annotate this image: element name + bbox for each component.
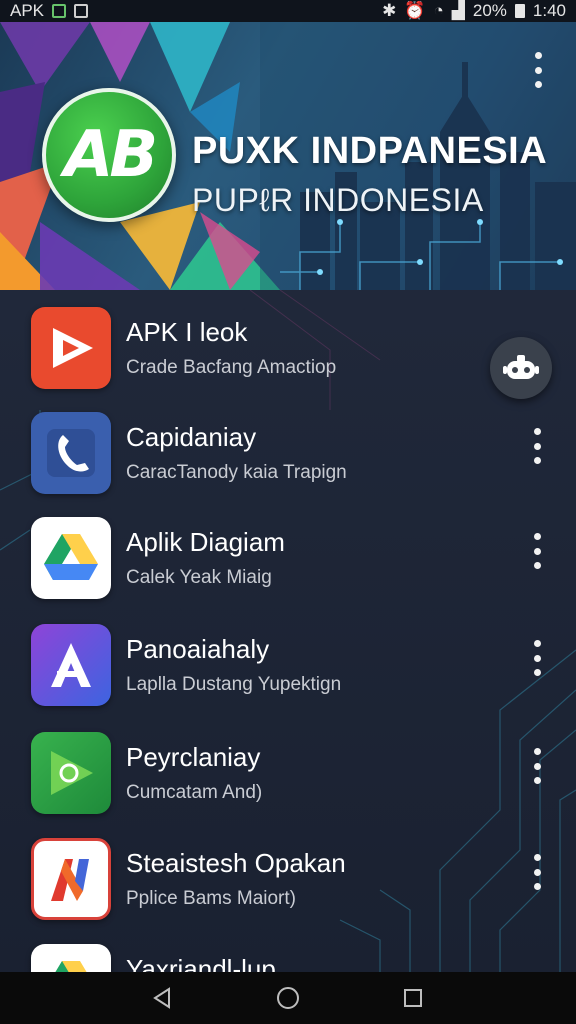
brand-logo: AB	[42, 88, 176, 222]
clock: 1:40	[532, 1, 566, 20]
header-more-icon[interactable]	[528, 52, 548, 88]
app-title: Aplik Diagiam	[126, 527, 285, 557]
signal-icon: ▟	[451, 1, 465, 20]
app-subtitle: Cumcatam And)	[126, 782, 263, 803]
list-item[interactable]: Panoaiahaly Laplla Dustang Yupektign	[0, 624, 576, 724]
drive-icon	[31, 517, 111, 599]
battery-percent: 20%	[472, 1, 507, 20]
drive-icon	[31, 944, 111, 972]
list-item[interactable]: Steaistesh Opakan Pplice Bams Maiort)	[0, 838, 576, 938]
logo-text: AB	[63, 118, 158, 192]
item-more-icon[interactable]	[527, 640, 547, 676]
header-subtitle: PUPℓR INDONESIA	[192, 182, 484, 218]
list-item[interactable]: Capidaniay CaracTanody kaia Trapign	[0, 412, 576, 512]
header-title: PUXK INDPANESIA	[192, 130, 548, 172]
list-item[interactable]: Yaxriandl-lup	[0, 944, 576, 972]
app-list: APK I leok Crade Bacfang Amactiop Capida…	[0, 290, 576, 972]
list-item[interactable]: Aplik Diagiam Calek Yeak Miaig	[0, 517, 576, 617]
header-banner: AB PUXK INDPANESIA PUPℓR INDONESIA	[0, 22, 576, 290]
app-title: Capidaniay	[126, 422, 257, 452]
status-bar: APK ✱ ⏰ ◔ ▟ 20% 1:40	[0, 0, 576, 22]
item-more-icon[interactable]	[527, 533, 547, 569]
screenshot-notification-icon	[74, 4, 89, 18]
image-notification-icon	[52, 4, 67, 18]
item-more-icon[interactable]	[527, 748, 547, 784]
bluetooth-icon: ✱	[382, 1, 397, 20]
navigation-bar	[0, 972, 576, 1024]
robot-icon[interactable]	[490, 337, 552, 399]
phone-icon	[31, 412, 111, 494]
a-logo-icon	[31, 624, 111, 706]
wifi-icon: ◔	[433, 1, 444, 20]
app-subtitle: Laplla Dustang Yupektign	[126, 674, 342, 695]
recents-square-icon[interactable]	[393, 978, 433, 1018]
green-play-icon	[31, 732, 111, 814]
app-title: APK I leok	[126, 317, 248, 347]
app-subtitle: Pplice Bams Maiort)	[126, 888, 296, 909]
app-title: Panoaiahaly	[126, 634, 270, 664]
app-title: Steaistesh Opakan	[126, 848, 346, 878]
back-triangle-icon[interactable]	[143, 978, 183, 1018]
app-title: Yaxriandl-lup	[126, 954, 276, 972]
carrier-label: APK	[10, 1, 45, 20]
home-circle-icon[interactable]	[268, 978, 308, 1018]
list-item[interactable]: APK I leok Crade Bacfang Amactiop	[0, 307, 576, 407]
app-subtitle: Crade Bacfang Amactiop	[126, 357, 337, 378]
list-item[interactable]: Peyrclaniay Cumcatam And)	[0, 732, 576, 832]
item-more-icon[interactable]	[527, 428, 547, 464]
item-more-icon[interactable]	[527, 854, 547, 890]
app-subtitle: Calek Yeak Miaig	[126, 567, 272, 588]
battery-icon	[514, 4, 525, 18]
app-title: Peyrclaniay	[126, 742, 261, 772]
n-logo-icon	[31, 838, 111, 920]
app-subtitle: CaracTanody kaia Trapign	[126, 462, 347, 483]
alarm-icon: ⏰	[404, 1, 426, 20]
play-icon	[31, 307, 111, 389]
